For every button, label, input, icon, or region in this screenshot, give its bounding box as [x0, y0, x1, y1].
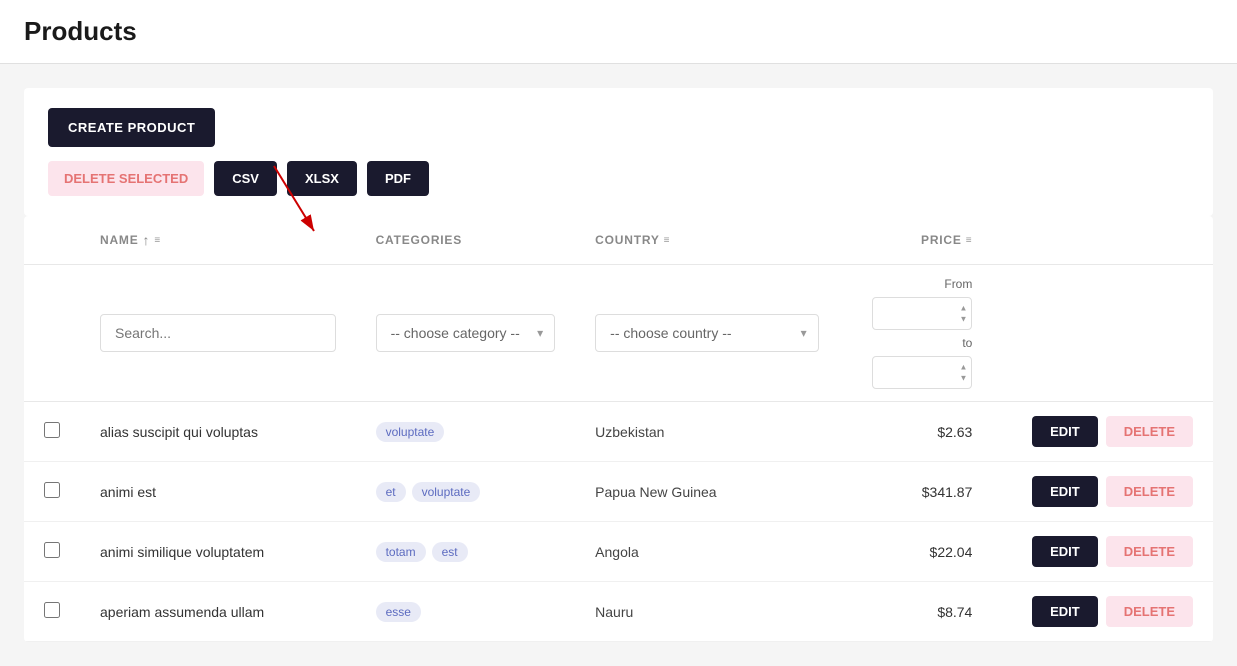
delete-button[interactable]: DELETE: [1106, 416, 1193, 447]
delete-button[interactable]: DELETE: [1106, 536, 1193, 567]
price-filter-cell: From ▲ ▼ to: [839, 265, 993, 402]
row-checkbox[interactable]: [44, 482, 60, 498]
category-tag: voluptate: [412, 482, 481, 502]
price-to-up[interactable]: ▲: [956, 361, 970, 373]
edit-button[interactable]: EDIT: [1032, 536, 1098, 567]
price-to-label: to: [859, 336, 973, 350]
product-actions: EDIT DELETE: [992, 462, 1213, 522]
product-name: alias suscipit qui voluptas: [80, 402, 356, 462]
edit-button[interactable]: EDIT: [1032, 596, 1098, 627]
product-actions: EDIT DELETE: [992, 522, 1213, 582]
filter-country-icon[interactable]: ≡: [664, 235, 671, 246]
product-country: Nauru: [575, 582, 839, 642]
table-row: alias suscipit qui voluptas voluptate Uzbe…: [24, 402, 1213, 462]
th-categories: CATEGORIES: [356, 216, 576, 265]
price-from-up[interactable]: ▲: [956, 302, 970, 314]
search-input[interactable]: [100, 314, 336, 352]
category-tag: totam: [376, 542, 426, 562]
product-price: $341.87: [839, 462, 993, 522]
product-categories: esse: [356, 582, 576, 642]
search-cell: [80, 265, 356, 402]
delete-selected-button[interactable]: DELETE SELECTED: [48, 161, 204, 196]
product-name: animi est: [80, 462, 356, 522]
product-categories: et voluptate: [356, 462, 576, 522]
create-product-button[interactable]: CREATE PRODUCT: [48, 108, 215, 147]
product-categories: totam est: [356, 522, 576, 582]
row-checkbox[interactable]: [44, 602, 60, 618]
th-country[interactable]: COUNTRY ≡: [575, 216, 839, 265]
category-tag: voluptate: [376, 422, 445, 442]
th-name[interactable]: NAME ↑ ≡: [80, 216, 356, 265]
category-select[interactable]: -- choose category --: [376, 314, 556, 352]
delete-button[interactable]: DELETE: [1106, 596, 1193, 627]
th-actions: [992, 216, 1213, 265]
product-name: aperiam assumenda ullam: [80, 582, 356, 642]
th-checkbox: [24, 216, 80, 265]
product-country: Angola: [575, 522, 839, 582]
product-price: $2.63: [839, 402, 993, 462]
xlsx-export-button[interactable]: XLSX: [287, 161, 357, 196]
category-filter-cell: -- choose category --: [356, 265, 576, 402]
pdf-export-button[interactable]: PDF: [367, 161, 429, 196]
product-country: Uzbekistan: [575, 402, 839, 462]
price-from-down[interactable]: ▼: [956, 314, 970, 326]
table-row: animi est et voluptate Papua New Guinea$341…: [24, 462, 1213, 522]
price-from-label: From: [859, 277, 973, 291]
edit-button[interactable]: EDIT: [1032, 416, 1098, 447]
edit-button[interactable]: EDIT: [1032, 476, 1098, 507]
category-tag: est: [432, 542, 468, 562]
country-filter-cell: -- choose country --: [575, 265, 839, 402]
product-price: $22.04: [839, 522, 993, 582]
price-to-down[interactable]: ▼: [956, 373, 970, 385]
table-row: aperiam assumenda ullamesseNauru$8.74EDI…: [24, 582, 1213, 642]
th-price[interactable]: PRICE ≡: [839, 216, 993, 265]
row-checkbox[interactable]: [44, 542, 60, 558]
product-country: Papua New Guinea: [575, 462, 839, 522]
page-title: Products: [24, 16, 1213, 47]
row-checkbox-cell: [24, 462, 80, 522]
sort-icon[interactable]: ↑: [143, 232, 151, 248]
product-actions: EDIT DELETE: [992, 582, 1213, 642]
csv-export-button[interactable]: CSV: [214, 161, 277, 196]
row-checkbox-cell: [24, 522, 80, 582]
product-price: $8.74: [839, 582, 993, 642]
product-actions: EDIT DELETE: [992, 402, 1213, 462]
product-categories: voluptate: [356, 402, 576, 462]
filter-price-icon[interactable]: ≡: [966, 235, 973, 246]
category-tag: esse: [376, 602, 421, 622]
category-tag: et: [376, 482, 406, 502]
row-checkbox-cell: [24, 582, 80, 642]
row-checkbox-cell: [24, 402, 80, 462]
country-select[interactable]: -- choose country --: [595, 314, 819, 352]
filter-name-icon[interactable]: ≡: [154, 235, 161, 246]
delete-button[interactable]: DELETE: [1106, 476, 1193, 507]
table-row: animi similique voluptatem totam est Angola…: [24, 522, 1213, 582]
product-name: animi similique voluptatem: [80, 522, 356, 582]
filter-row: -- choose category -- -- choose country …: [24, 265, 1213, 402]
row-checkbox[interactable]: [44, 422, 60, 438]
